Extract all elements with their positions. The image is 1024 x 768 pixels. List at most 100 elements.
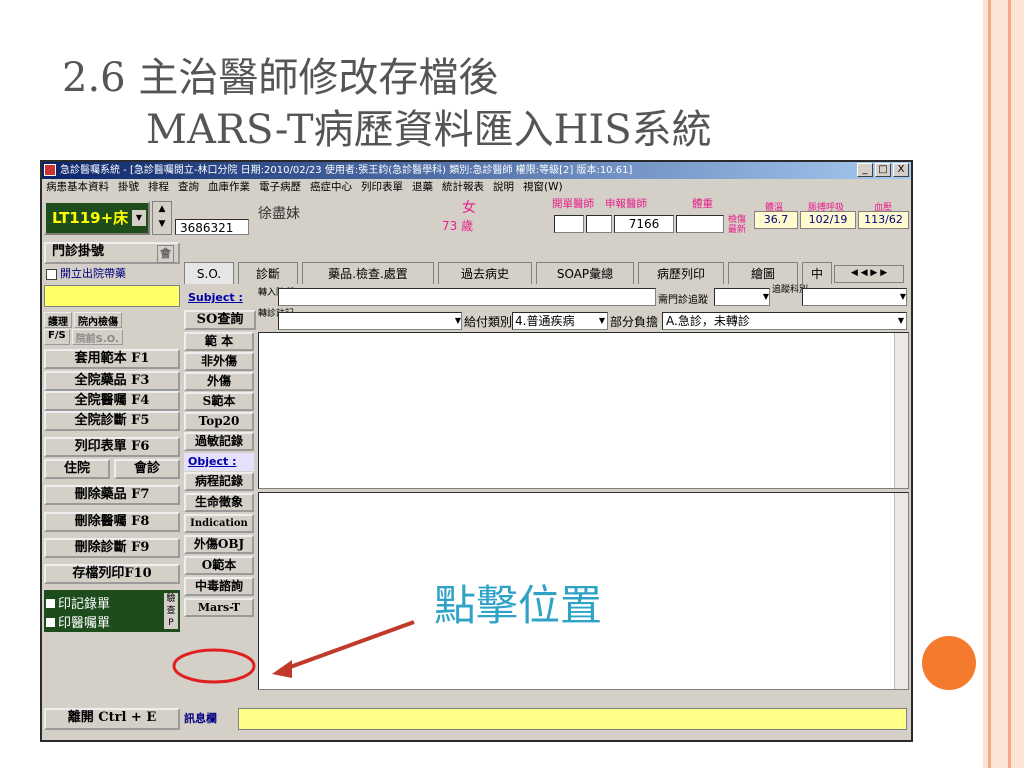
object-label: Object :: [184, 453, 254, 471]
subject-textarea[interactable]: [258, 332, 909, 489]
all-orders-button[interactable]: 全院醫囑 F4: [44, 391, 180, 411]
close-button[interactable]: X: [893, 163, 909, 177]
fs-button[interactable]: F/S: [44, 329, 70, 345]
print-record-label: 印記錄單: [58, 597, 111, 612]
yellow-input[interactable]: [44, 285, 180, 307]
prev-so-button[interactable]: 院前S.O.: [71, 329, 123, 345]
trauma-button[interactable]: 外傷: [184, 372, 254, 391]
discharge-drug-checkbox[interactable]: 開立出院帶藥: [44, 266, 180, 282]
subject-scrollbar[interactable]: [894, 333, 908, 488]
tab-record-print[interactable]: 病歷列印: [638, 262, 724, 284]
trauma-obj-button[interactable]: 外傷OBJ: [184, 535, 254, 554]
payment-type-select[interactable]: 4.普通疾病 ▼: [512, 312, 608, 330]
tab-chinese[interactable]: 中: [802, 262, 832, 284]
apply-template-button[interactable]: 套用範本 F1: [44, 349, 180, 369]
chevron-down-icon[interactable]: ▼: [763, 292, 769, 301]
report-doctor-field[interactable]: 7166: [614, 215, 674, 233]
open-doctor-field[interactable]: [554, 215, 584, 233]
tab-soap-summary[interactable]: SOAP彙總: [536, 262, 634, 284]
tab-diagnosis[interactable]: 診斷: [238, 262, 298, 284]
open-doctor-code-field[interactable]: [586, 215, 612, 233]
track-dept-select[interactable]: ▼: [802, 288, 907, 306]
tab-so[interactable]: S.O.: [184, 262, 234, 284]
need-outpatient-select[interactable]: ▼: [714, 288, 770, 306]
need-outpatient-label: 需門診追蹤: [658, 295, 708, 306]
inhouse-triage-button[interactable]: 院內檢傷: [74, 312, 122, 328]
copay-select[interactable]: A.急診，未轉診 ▼: [662, 312, 907, 330]
tab-scroll-arrows[interactable]: ◀ ◀ ▶ ▶: [834, 265, 904, 283]
vital-temp-value[interactable]: 36.7: [754, 211, 798, 229]
p-button[interactable]: P: [164, 617, 178, 629]
all-drugs-button[interactable]: 全院藥品 F3: [44, 371, 180, 391]
transfer-hospital-input[interactable]: [278, 288, 656, 306]
menu-window[interactable]: 視窗(W): [523, 179, 563, 195]
menu-schedule[interactable]: 排程: [148, 179, 169, 195]
delete-diagnosis-button[interactable]: 刪除診斷 F9: [44, 538, 180, 558]
template-button[interactable]: 範 本: [184, 332, 254, 351]
delete-order-button[interactable]: 刪除醫囑 F8: [44, 512, 180, 532]
consult-button[interactable]: 會診: [114, 459, 180, 479]
print-record-checkbox[interactable]: 印記錄單: [46, 593, 110, 612]
allergy-record-button[interactable]: 過敏記錄: [184, 432, 254, 451]
progress-note-button[interactable]: 病程記錄: [184, 472, 254, 491]
menu-cancer-center[interactable]: 癌症中心: [310, 179, 352, 195]
tab-past-history[interactable]: 過去病史: [438, 262, 532, 284]
verify-button[interactable]: 驗: [164, 593, 178, 605]
chevron-down-icon[interactable]: ▼: [153, 217, 171, 232]
check-button[interactable]: 查: [164, 605, 178, 617]
chevron-up-icon[interactable]: ▲: [153, 202, 171, 217]
object-scrollbar[interactable]: [894, 493, 908, 689]
menu-statistics[interactable]: 統計報表: [442, 179, 484, 195]
menu-blood-bank[interactable]: 血庫作業: [208, 179, 250, 195]
save-print-button[interactable]: 存檔列印F10: [44, 564, 180, 584]
chevron-down-icon[interactable]: ▼: [599, 313, 605, 329]
indication-button[interactable]: Indication: [184, 514, 254, 533]
so-query-button[interactable]: SO查詢: [184, 310, 256, 330]
menu-return-drug[interactable]: 退藥: [412, 179, 433, 195]
tab-drawing[interactable]: 繪圖: [728, 262, 798, 284]
patient-header: LT119+床 ▼ ▲ ▼ 3686321 徐盡妹 女 73 歲 開單醫師 申報…: [42, 195, 911, 239]
bed-spinner[interactable]: ▲ ▼: [152, 201, 172, 235]
tab-drug-exam-procedure[interactable]: 藥品.檢查.處置: [302, 262, 434, 284]
menu-registration[interactable]: 掛號: [118, 179, 139, 195]
triage-label: 檢傷最新: [728, 215, 747, 235]
minimize-button[interactable]: _: [857, 163, 873, 177]
maximize-button[interactable]: □: [875, 163, 891, 177]
chevron-down-icon[interactable]: ▼: [132, 210, 146, 226]
mars-t-button[interactable]: Mars-T: [184, 598, 254, 617]
admit-button[interactable]: 住院: [44, 459, 110, 479]
chevron-down-icon[interactable]: ▼: [455, 316, 461, 325]
consult-icon[interactable]: 會: [157, 245, 174, 263]
print-order-checkbox[interactable]: 印醫囑單: [46, 612, 110, 631]
chevron-down-icon[interactable]: ▼: [898, 313, 904, 329]
weight-field[interactable]: [676, 215, 724, 233]
o-template-button[interactable]: O範本: [184, 556, 254, 575]
chevron-down-icon[interactable]: ▼: [900, 292, 906, 301]
vital-bp-value[interactable]: 113/62: [858, 211, 909, 229]
vital-signs-button[interactable]: 生命徵象: [184, 493, 254, 512]
non-trauma-button[interactable]: 非外傷: [184, 352, 254, 371]
menu-query[interactable]: 查詢: [178, 179, 199, 195]
delete-drug-button[interactable]: 刪除藥品 F7: [44, 485, 180, 505]
print-forms-button[interactable]: 列印表單 F6: [44, 437, 180, 457]
referral-note-select[interactable]: ▼: [278, 312, 462, 330]
chart-number-field[interactable]: 3686321: [175, 219, 249, 235]
checkbox-icon[interactable]: [46, 599, 55, 608]
checkbox-icon[interactable]: [46, 618, 55, 627]
top20-button[interactable]: Top20: [184, 412, 254, 431]
vital-pulse-value[interactable]: 102/19: [800, 211, 856, 229]
menu-patient-info[interactable]: 病患基本資料: [46, 179, 109, 195]
care-button[interactable]: 護理: [44, 312, 72, 328]
menu-help[interactable]: 說明: [493, 179, 514, 195]
annotation-text: 點擊位置: [434, 581, 603, 630]
decorative-orange-circle: [922, 636, 976, 690]
all-diagnosis-button[interactable]: 全院診斷 F5: [44, 411, 180, 431]
poison-consult-button[interactable]: 中毒諮詢: [184, 577, 254, 596]
menu-print-forms[interactable]: 列印表單: [361, 179, 403, 195]
s-template-button[interactable]: S範本: [184, 392, 254, 411]
bed-selector[interactable]: LT119+床 ▼: [44, 201, 150, 235]
menu-emr[interactable]: 電子病歷: [259, 179, 301, 195]
outpatient-registration-button[interactable]: 門診掛號 會: [44, 242, 180, 264]
checkbox-icon[interactable]: [46, 268, 57, 280]
exit-button[interactable]: 離開 Ctrl + E: [44, 708, 180, 730]
